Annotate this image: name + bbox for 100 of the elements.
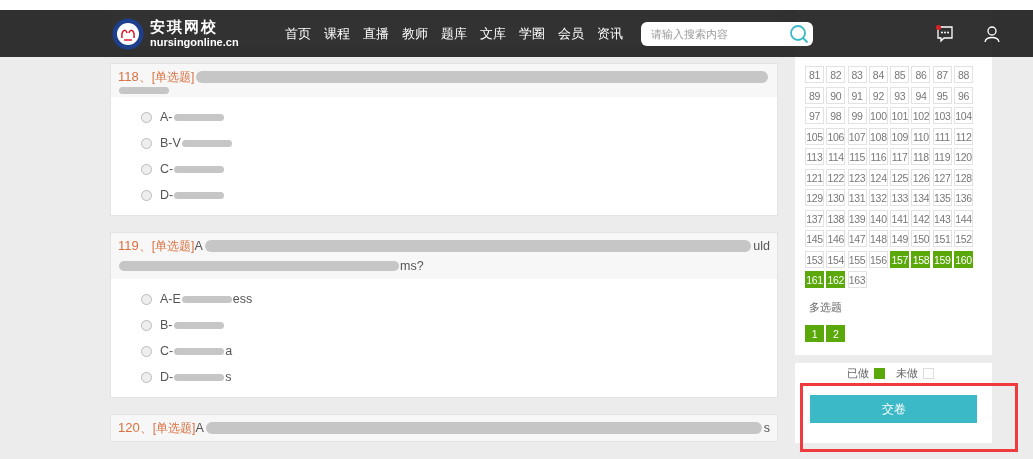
question-number-cell[interactable]: 128 — [954, 168, 974, 186]
nav-link[interactable]: 会员 — [557, 24, 584, 43]
question-number-cell[interactable]: 123 — [847, 168, 867, 186]
question-number-cell[interactable]: 97 — [805, 107, 824, 124]
question-number-cell[interactable]: 160 — [954, 250, 974, 268]
question-number-cell[interactable]: 107 — [847, 127, 867, 145]
question-number-cell[interactable]: 91 — [847, 86, 867, 104]
question-number-cell[interactable]: 153 — [805, 250, 824, 268]
question-number-cell[interactable]: 135 — [932, 189, 952, 206]
question-number-cell[interactable]: 112 — [954, 127, 974, 145]
question-number-cell[interactable]: 159 — [932, 250, 952, 268]
question-number-cell[interactable]: 96 — [954, 86, 974, 104]
question-number-cell[interactable]: 120 — [954, 148, 974, 165]
question-number-cell[interactable]: 122 — [826, 168, 846, 186]
question-number-cell[interactable]: 130 — [826, 189, 846, 206]
question-number-cell[interactable]: 110 — [911, 127, 931, 145]
question-number-cell[interactable]: 92 — [868, 86, 888, 104]
question-number-cell[interactable]: 132 — [868, 189, 888, 206]
question-number-cell[interactable]: 124 — [868, 168, 888, 186]
question-number-cell[interactable]: 95 — [932, 86, 952, 104]
user-icon[interactable] — [982, 24, 1001, 43]
search-icon[interactable] — [788, 23, 809, 44]
question-number-cell[interactable]: 152 — [954, 230, 974, 247]
nav-link[interactable]: 教师 — [401, 24, 428, 43]
question-number-cell[interactable]: 148 — [868, 230, 888, 247]
question-number-cell[interactable]: 146 — [826, 230, 846, 247]
question-number-cell[interactable]: 111 — [932, 127, 952, 145]
question-number-cell[interactable]: 109 — [890, 127, 910, 145]
question-number-cell[interactable]: 81 — [805, 66, 824, 83]
question-number-cell[interactable]: 157 — [890, 250, 910, 268]
question-number-cell[interactable]: 125 — [890, 168, 910, 186]
question-number-cell[interactable]: 82 — [826, 66, 846, 83]
question-number-cell[interactable]: 156 — [868, 250, 888, 268]
question-number-cell[interactable]: 115 — [847, 148, 867, 165]
question-number-cell[interactable]: 121 — [805, 168, 824, 186]
question-number-cell[interactable]: 139 — [847, 209, 867, 227]
question-number-cell[interactable]: 131 — [847, 189, 867, 206]
question-number-cell[interactable]: 118 — [911, 148, 931, 165]
question-number-cell[interactable]: 90 — [826, 86, 846, 104]
question-number-cell[interactable]: 98 — [826, 107, 846, 124]
question-number-cell[interactable]: 93 — [890, 86, 910, 104]
nav-link[interactable]: 资讯 — [596, 24, 623, 43]
question-number-cell[interactable]: 113 — [805, 148, 824, 165]
nav-link[interactable]: 首页 — [284, 24, 311, 43]
nav-link[interactable]: 学圈 — [518, 24, 545, 43]
radio-button[interactable] — [141, 345, 152, 357]
question-number-cell[interactable]: 158 — [911, 250, 931, 268]
question-number-cell[interactable]: 100 — [868, 107, 888, 124]
radio-button[interactable] — [141, 371, 152, 383]
question-number-cell[interactable]: 105 — [805, 127, 824, 145]
question-number-cell[interactable]: 101 — [890, 107, 910, 124]
question-number-cell[interactable]: 143 — [932, 209, 952, 227]
radio-button[interactable] — [141, 189, 152, 201]
question-number-cell[interactable]: 89 — [805, 86, 824, 104]
question-number-cell[interactable]: 138 — [826, 209, 846, 227]
chat-icon[interactable] — [935, 24, 954, 43]
question-number-cell[interactable]: 87 — [932, 66, 952, 83]
question-number-cell[interactable]: 116 — [868, 148, 888, 165]
question-number-cell[interactable]: 161 — [805, 271, 824, 288]
question-number-cell[interactable]: 86 — [911, 66, 931, 83]
search-field[interactable]: 请输入搜索内容 — [640, 21, 813, 46]
question-number-cell[interactable]: 104 — [954, 107, 974, 124]
question-number-cell[interactable]: 145 — [805, 230, 824, 247]
question-number-cell[interactable]: 144 — [954, 209, 974, 227]
radio-button[interactable] — [141, 111, 152, 123]
question-number-cell[interactable]: 2 — [826, 325, 846, 342]
question-number-cell[interactable]: 106 — [826, 127, 846, 145]
question-number-cell[interactable]: 117 — [890, 148, 910, 165]
question-number-cell[interactable]: 149 — [890, 230, 910, 247]
radio-button[interactable] — [141, 319, 152, 331]
question-number-cell[interactable]: 133 — [890, 189, 910, 206]
nav-link[interactable]: 课程 — [323, 24, 350, 43]
question-number-cell[interactable]: 147 — [847, 230, 867, 247]
question-number-cell[interactable]: 99 — [847, 107, 867, 124]
question-number-cell[interactable]: 94 — [911, 86, 931, 104]
question-number-cell[interactable]: 137 — [805, 209, 824, 227]
nav-link[interactable]: 直播 — [362, 24, 389, 43]
question-number-cell[interactable]: 84 — [868, 66, 888, 83]
question-number-cell[interactable]: 126 — [911, 168, 931, 186]
radio-button[interactable] — [141, 163, 152, 175]
question-number-cell[interactable]: 134 — [911, 189, 931, 206]
question-number-cell[interactable]: 136 — [954, 189, 974, 206]
nav-link[interactable]: 文库 — [479, 24, 506, 43]
nav-link[interactable]: 题库 — [440, 24, 467, 43]
question-number-cell[interactable]: 108 — [868, 127, 888, 145]
question-number-cell[interactable]: 103 — [932, 107, 952, 124]
question-number-cell[interactable]: 114 — [826, 148, 846, 165]
question-number-cell[interactable]: 88 — [954, 66, 974, 83]
radio-button[interactable] — [141, 137, 152, 149]
question-number-cell[interactable]: 154 — [826, 250, 846, 268]
radio-button[interactable] — [141, 293, 152, 305]
question-number-cell[interactable]: 129 — [805, 189, 824, 206]
question-number-cell[interactable]: 151 — [932, 230, 952, 247]
question-number-cell[interactable]: 150 — [911, 230, 931, 247]
question-number-cell[interactable]: 83 — [847, 66, 867, 83]
question-number-cell[interactable]: 1 — [805, 325, 824, 342]
question-number-cell[interactable]: 142 — [911, 209, 931, 227]
question-number-cell[interactable]: 162 — [826, 271, 846, 288]
question-number-cell[interactable]: 155 — [847, 250, 867, 268]
question-number-cell[interactable]: 127 — [932, 168, 952, 186]
